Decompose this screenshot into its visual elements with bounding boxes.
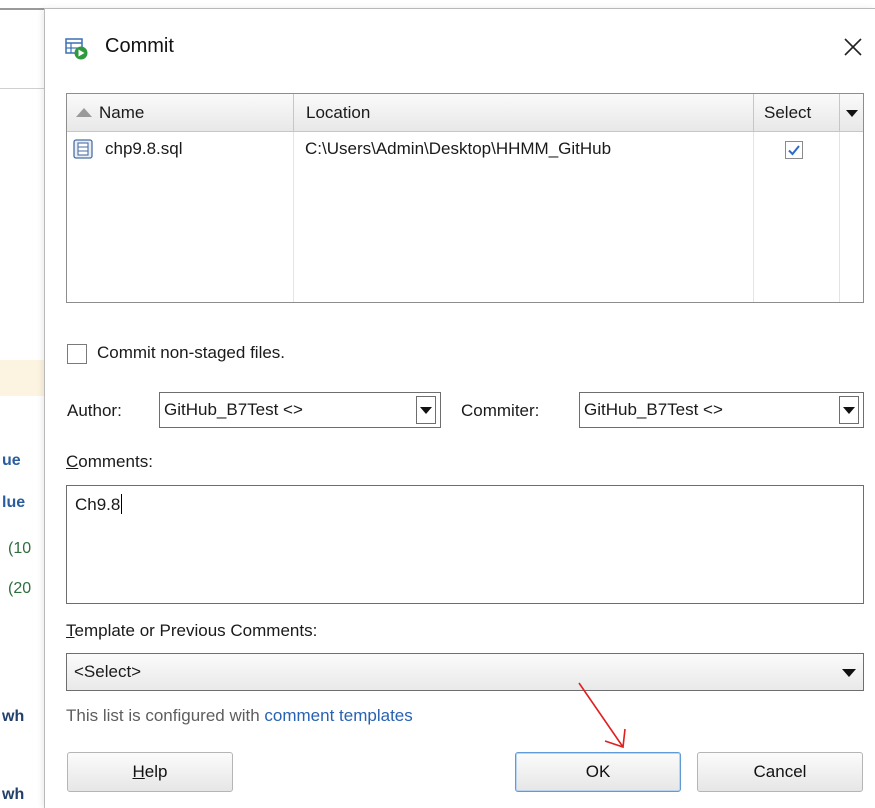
help-button[interactable]: Help [67,752,233,792]
table-header: Name Location Select [67,94,863,132]
author-dropdown-button[interactable] [416,396,436,424]
template-label: Template or Previous Comments: [66,621,317,641]
column-header-location[interactable]: Location [293,94,753,132]
background-divider [0,88,44,89]
file-location: C:\Users\Admin\Desktop\HHMM_GitHub [305,139,612,158]
template-label-mnemonic: T [66,621,75,640]
comments-label: Comments: [66,452,153,472]
chevron-down-icon [843,407,855,414]
author-label: Author: [67,401,122,420]
column-header-name[interactable]: Name [67,94,293,132]
comments-label-rest: omments: [78,452,153,471]
select-file-checkbox[interactable] [785,141,803,159]
sql-file-icon [73,139,93,159]
chevron-down-icon [846,110,858,117]
column-header-select[interactable]: Select [753,94,839,132]
column-header-name-label: Name [99,103,145,122]
text-caret [121,494,123,514]
title-bar[interactable]: Commit [45,9,875,81]
background-divider [0,8,44,10]
checkmark-icon [788,145,800,156]
files-table: Name Location Select chp9.8.sql C:\Users… [66,93,864,303]
column-divider [839,132,840,302]
comments-textarea[interactable]: Ch9.8 [66,485,864,604]
column-menu-button[interactable] [839,94,863,132]
commit-nonstaged-checkbox[interactable] [67,344,87,364]
help-button-mnemonic: H [132,762,145,781]
commit-nonstaged-label: Commit non-staged files. [97,343,286,362]
ok-button[interactable]: OK [515,752,681,792]
background-text-fragment: wh [2,786,25,803]
template-select[interactable]: <Select> [66,653,864,691]
background-text-fragment: wh [2,708,25,725]
column-header-location-label: Location [306,103,371,122]
comments-text: Ch9.8 [75,494,123,515]
close-icon[interactable] [841,35,865,59]
chevron-down-icon [842,669,856,677]
cancel-button[interactable]: Cancel [697,752,863,792]
author-combobox[interactable]: GitHub_B7Test <> [159,392,441,428]
template-hint-text: This list is configured with [66,706,265,725]
comments-label-mnemonic: C [66,452,79,471]
template-selected-value: <Select> [74,662,142,681]
background-text-fragment: ue [2,452,21,469]
commit-dialog: Commit Name Location Select chp9.8.sql C… [44,8,875,808]
dialog-title: Commit [105,35,174,57]
committer-combobox[interactable]: GitHub_B7Test <> [579,392,864,428]
column-header-select-label: Select [764,103,812,122]
background-highlight-band [0,360,44,396]
commit-icon [65,38,88,60]
comments-value: Ch9.8 [75,495,121,514]
background-window: ue lue (10 (20 wh wh [0,0,44,808]
sort-ascending-icon [76,108,92,117]
template-label-rest: emplate or Previous Comments: [74,621,318,640]
committer-label: Commiter: [461,401,540,420]
chevron-down-icon [420,407,432,414]
author-value: GitHub_B7Test <> [164,400,303,419]
background-text-fragment: lue [2,494,26,511]
help-button-label: elp [144,762,168,781]
template-hint: This list is configured with comment tem… [66,706,413,726]
committer-dropdown-button[interactable] [839,396,859,424]
table-row[interactable]: chp9.8.sql C:\Users\Admin\Desktop\HHMM_G… [67,132,839,166]
file-name: chp9.8.sql [105,139,183,158]
committer-value: GitHub_B7Test <> [584,400,723,419]
comment-templates-link[interactable]: comment templates [264,706,412,725]
annotation-arrow-icon [578,682,626,749]
